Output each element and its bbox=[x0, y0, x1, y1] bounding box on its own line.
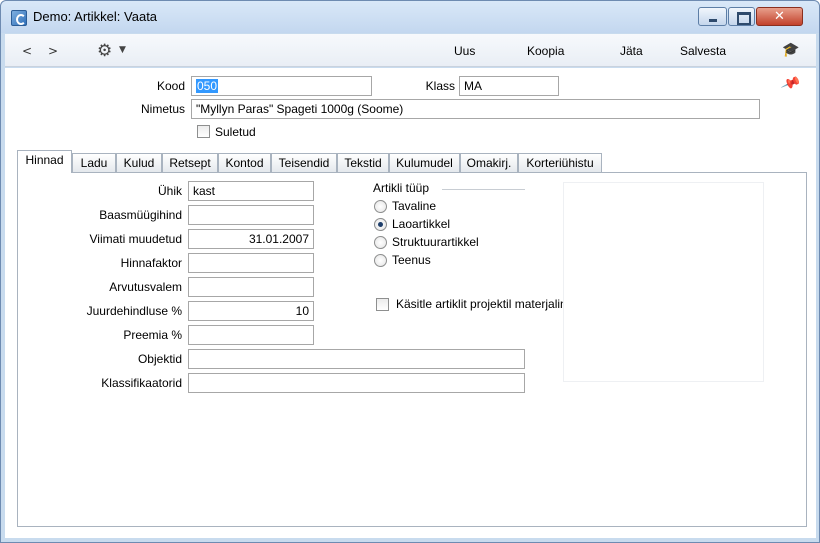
artikli-tuup-divider bbox=[442, 189, 525, 190]
klassifikaatorid-field[interactable] bbox=[188, 373, 525, 393]
baasmuugihind-field[interactable] bbox=[188, 205, 314, 225]
suletud-label: Suletud bbox=[215, 125, 256, 139]
nimetus-field[interactable]: "Myllyn Paras" Spageti 1000g (Soome) bbox=[191, 99, 760, 119]
toolbar: < > ⚙ ▼ Uus Koopia Jäta Salvesta 🎓 bbox=[5, 34, 816, 67]
radio-laoartikkel-label: Laoartikkel bbox=[392, 217, 451, 231]
forward-button[interactable]: > bbox=[48, 44, 58, 58]
radio-teenus[interactable] bbox=[374, 254, 387, 267]
baasmuugihind-label: Baasmüügihind bbox=[99, 208, 182, 222]
hinnafaktor-field[interactable] bbox=[188, 253, 314, 273]
back-button[interactable]: < bbox=[22, 44, 32, 58]
copy-button[interactable]: Koopia bbox=[527, 44, 564, 58]
tab-kontod[interactable]: Kontod bbox=[218, 153, 271, 173]
graduation-cap-icon[interactable]: 🎓 bbox=[782, 42, 799, 58]
record-content: Kood 050 Klass MA 📌 Nimetus "Myllyn Para… bbox=[5, 68, 816, 538]
klass-label: Klass bbox=[425, 79, 455, 93]
tab-kulud[interactable]: Kulud bbox=[116, 153, 162, 173]
kood-label: Kood bbox=[156, 79, 185, 93]
artikli-tuup-label: Artikli tüüp bbox=[373, 181, 430, 195]
image-area bbox=[563, 182, 764, 382]
nimetus-label: Nimetus bbox=[140, 102, 185, 116]
klassifikaatorid-label: Klassifikaatorid bbox=[101, 376, 182, 390]
new-button[interactable]: Uus bbox=[454, 44, 475, 58]
preemia-label: Preemia % bbox=[123, 328, 182, 342]
radio-teenus-label: Teenus bbox=[392, 253, 431, 267]
viimati-muudetud-label: Viimati muudetud bbox=[89, 232, 183, 246]
tab-tekstid[interactable]: Tekstid bbox=[337, 153, 389, 173]
close-icon: ✕ bbox=[774, 9, 785, 24]
radio-tavaline[interactable] bbox=[374, 200, 387, 213]
tab-ladu[interactable]: Ladu bbox=[72, 153, 116, 173]
gear-icon[interactable]: ⚙ bbox=[97, 41, 112, 61]
projekt-materjal-label: Käsitle artiklit projektil materjalina bbox=[396, 297, 574, 311]
app-window: Demo: Artikkel: Vaata ✕ < > ⚙ ▼ Uus Koop… bbox=[0, 0, 820, 543]
tab-retsept[interactable]: Retsept bbox=[162, 153, 218, 173]
radio-struktuurartikkel[interactable] bbox=[374, 236, 387, 249]
close-button[interactable]: ✕ bbox=[756, 7, 803, 26]
tab-hinnad[interactable]: Hinnad bbox=[17, 150, 72, 173]
kood-field[interactable]: 050 bbox=[191, 76, 372, 96]
tab-kulumudel[interactable]: Kulumudel bbox=[389, 153, 460, 173]
window-title: Demo: Artikkel: Vaata bbox=[33, 9, 158, 24]
arvutusvalem-label: Arvutusvalem bbox=[109, 280, 182, 294]
projekt-materjal-checkbox[interactable] bbox=[376, 298, 389, 311]
chevron-down-icon[interactable]: ▼ bbox=[119, 45, 126, 55]
viimati-muudetud-field[interactable]: 31.01.2007 bbox=[188, 229, 314, 249]
maximize-button[interactable] bbox=[728, 7, 755, 26]
kood-value: 050 bbox=[196, 79, 219, 93]
title-bar[interactable]: Demo: Artikkel: Vaata ✕ bbox=[1, 1, 819, 33]
radio-tavaline-label: Tavaline bbox=[392, 199, 437, 213]
tab-teisendid[interactable]: Teisendid bbox=[271, 153, 337, 173]
preemia-field[interactable] bbox=[188, 325, 314, 345]
uhik-field[interactable]: kast bbox=[188, 181, 314, 201]
app-icon bbox=[11, 10, 27, 26]
discard-button[interactable]: Jäta bbox=[620, 44, 643, 58]
klass-field[interactable]: MA bbox=[459, 76, 559, 96]
uhik-label: Ühik bbox=[157, 184, 182, 198]
radio-laoartikkel[interactable] bbox=[374, 218, 387, 231]
pin-icon[interactable]: 📌 bbox=[780, 74, 802, 95]
tab-omakirj[interactable]: Omakirj. bbox=[460, 153, 518, 173]
objektid-label: Objektid bbox=[137, 352, 182, 366]
juurdehindluse-field[interactable]: 10 bbox=[188, 301, 314, 321]
tab-panel-hinnad: Ühik kast Baasmüügihind Viimati muudetud… bbox=[17, 172, 807, 527]
arvutusvalem-field[interactable] bbox=[188, 277, 314, 297]
juurdehindluse-label: Juurdehindluse % bbox=[86, 304, 182, 318]
save-button[interactable]: Salvesta bbox=[680, 44, 726, 58]
tab-korteriuhistu[interactable]: Korteriühistu bbox=[518, 153, 602, 173]
minimize-button[interactable] bbox=[698, 7, 727, 26]
objektid-field[interactable] bbox=[188, 349, 525, 369]
radio-struktuurartikkel-label: Struktuurartikkel bbox=[392, 235, 479, 249]
suletud-checkbox[interactable] bbox=[197, 125, 210, 138]
hinnafaktor-label: Hinnafaktor bbox=[120, 256, 182, 270]
